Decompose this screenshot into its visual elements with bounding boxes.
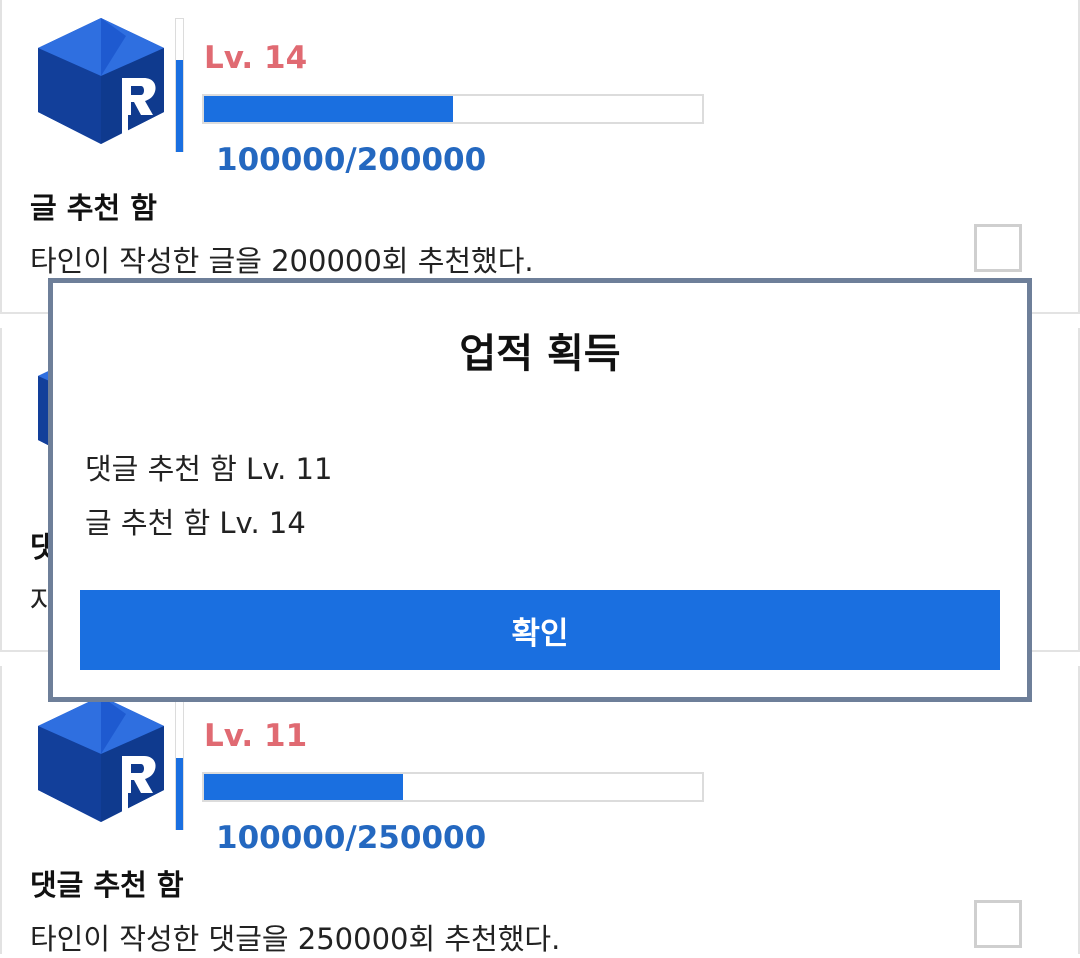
achievement-checkbox[interactable]	[974, 900, 1022, 948]
progress-text: 100000/250000	[216, 820, 487, 856]
achievement-card: Lv. 14 100000/200000 글 추천 함 타인이 작성한 글을 2…	[0, 0, 1080, 312]
level-gauge-fill	[176, 60, 183, 152]
cube-r-badge-icon	[38, 696, 164, 822]
progress-bar	[202, 94, 704, 124]
progress-text: 100000/200000	[216, 142, 487, 178]
card-border	[0, 0, 2, 312]
dialog-achievement-item: 댓글 추천 함 Lv. 11	[85, 452, 333, 486]
level-gauge	[175, 696, 184, 830]
level-label: Lv. 11	[204, 718, 308, 754]
progress-bar	[202, 772, 704, 802]
level-label: Lv. 14	[204, 40, 308, 76]
level-gauge-fill	[176, 758, 183, 830]
card-border	[0, 328, 2, 650]
achievement-description: 타인이 작성한 댓글을 250000회 추천했다.	[30, 922, 561, 956]
card-border	[0, 666, 2, 954]
achievement-unlocked-dialog: 업적 획득 댓글 추천 함 Lv. 11 글 추천 함 Lv. 14 확인	[48, 278, 1032, 702]
progress-bar-fill	[204, 774, 404, 800]
dialog-achievement-item: 글 추천 함 Lv. 14	[85, 506, 306, 540]
level-gauge	[175, 18, 184, 152]
confirm-button[interactable]: 확인	[80, 590, 1000, 670]
achievement-checkbox[interactable]	[974, 224, 1022, 272]
dialog-title: 업적 획득	[459, 331, 621, 377]
achievement-title: 댓글 추천 함	[30, 868, 184, 902]
achievement-card: Lv. 11 100000/250000 댓글 추천 함 타인이 작성한 댓글을…	[0, 666, 1080, 956]
achievement-description: 타인이 작성한 글을 200000회 추천했다.	[30, 244, 534, 278]
progress-bar-fill	[204, 96, 453, 122]
achievement-title: 글 추천 함	[30, 191, 157, 225]
cube-r-badge-icon	[38, 18, 164, 144]
